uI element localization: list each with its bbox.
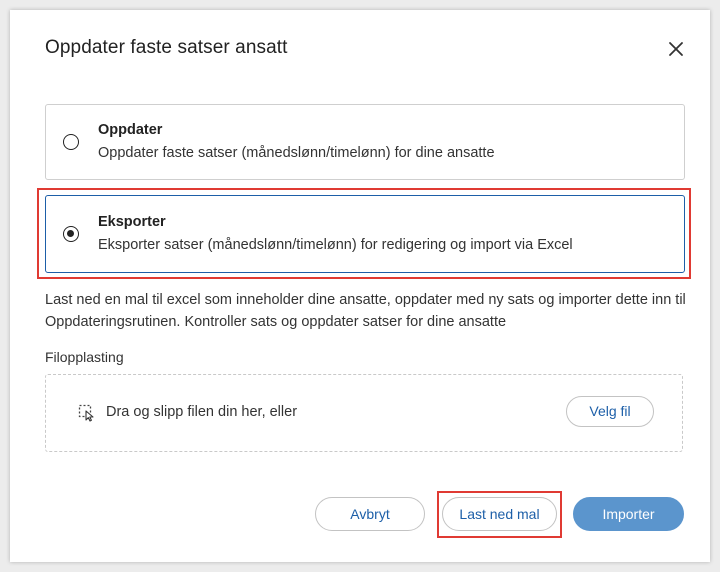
option-update-description: Oppdater faste satser (månedslønn/timelø…: [98, 145, 495, 161]
dialog-title: Oppdater faste satser ansatt: [45, 37, 288, 58]
radio-export[interactable]: [63, 226, 79, 242]
radio-selected-dot: [67, 230, 74, 237]
option-export[interactable]: Eksporter Eksporter satser (månedslønn/t…: [45, 195, 685, 273]
option-update[interactable]: Oppdater Oppdater faste satser (månedslø…: [45, 104, 685, 180]
dropzone-text: Dra og slipp filen din her, eller: [106, 404, 298, 420]
option-export-description: Eksporter satser (månedslønn/timelønn) f…: [98, 237, 573, 253]
import-button[interactable]: Importer: [573, 497, 684, 531]
choose-file-button[interactable]: Velg fil: [566, 396, 654, 427]
option-update-title: Oppdater: [98, 122, 163, 138]
file-upload-label: Filopplasting: [45, 349, 124, 365]
drag-drop-icon: [78, 404, 96, 422]
file-dropzone[interactable]: Dra og slipp filen din her, eller Velg f…: [45, 374, 683, 452]
download-template-button[interactable]: Last ned mal: [442, 497, 557, 531]
info-text: Last ned en mal til excel som inneholder…: [45, 292, 686, 330]
radio-update[interactable]: [63, 134, 79, 150]
close-icon[interactable]: [665, 38, 687, 60]
update-rates-dialog: Oppdater faste satser ansatt Oppdater Op…: [10, 10, 710, 562]
cancel-button[interactable]: Avbryt: [315, 497, 425, 531]
option-export-title: Eksporter: [98, 214, 166, 230]
